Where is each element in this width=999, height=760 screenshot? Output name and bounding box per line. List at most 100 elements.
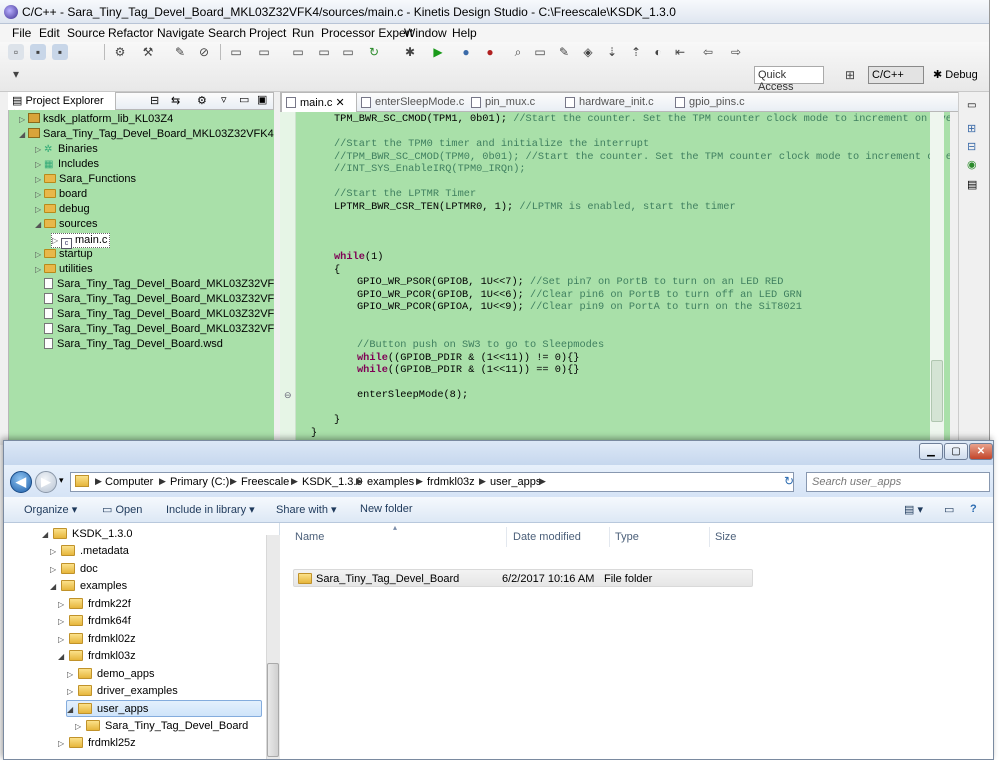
view-menu-icon[interactable]: ▿ <box>221 93 227 106</box>
menu-file[interactable]: File <box>12 26 31 40</box>
pin-icon[interactable]: ⇤ <box>672 44 688 60</box>
new-icon[interactable]: ▫ <box>8 44 24 60</box>
tree-item[interactable]: ▷ ✲ Binaries <box>35 143 98 158</box>
open-type-icon[interactable]: ▭ <box>290 44 306 60</box>
menu-source[interactable]: Source <box>67 26 105 40</box>
run-icon[interactable]: ▶ <box>430 44 446 60</box>
nav-item[interactable]: ▷ .metadata <box>50 543 129 560</box>
tree-item[interactable]: ▷ debug <box>35 203 90 218</box>
tree-item[interactable]: ▷ utilities <box>35 263 93 278</box>
column-size[interactable]: Size <box>715 531 736 543</box>
menu-refactor[interactable]: Refactor <box>108 26 153 40</box>
perspective-debug[interactable]: ✱ Debug <box>930 66 988 84</box>
menu-help[interactable]: Help <box>452 26 477 40</box>
tree-item[interactable]: ▷ ▦ Includes <box>35 158 99 173</box>
filter-icon[interactable]: ⚙ <box>197 94 207 107</box>
breadcrumb-arrow-icon[interactable]: ▶ <box>95 476 102 487</box>
outline-icon[interactable]: ⊞ <box>967 122 976 135</box>
column-type[interactable]: Type <box>615 531 639 543</box>
breadcrumb-arrow-icon[interactable]: ▶ <box>230 476 237 487</box>
tree-item[interactable]: ▷ Sara_Functions <box>35 173 136 188</box>
forward-button[interactable]: ▶ <box>35 471 57 493</box>
members-icon[interactable]: ⊟ <box>967 140 976 153</box>
search-input[interactable]: Search user_apps <box>806 472 990 492</box>
search-icon[interactable]: ⌕ <box>510 44 526 60</box>
nav-item[interactable]: ▷ frdmk22f <box>58 596 131 613</box>
column-name[interactable]: Name <box>295 531 324 543</box>
new-class-icon[interactable]: ▭ <box>256 44 272 60</box>
menu-search[interactable]: Search <box>208 26 246 40</box>
tree-item[interactable]: Sara_Tiny_Tag_Devel_Board_MKL03Z32VFK4 d… <box>44 278 274 293</box>
refresh-icon[interactable]: ↻ <box>366 44 382 60</box>
minimize-button[interactable]: ▁ <box>919 443 943 460</box>
perspective-cpp[interactable]: C/C++ <box>868 66 924 84</box>
forward-arrow-icon[interactable]: ⇨ <box>728 44 744 60</box>
editor-tab-main-c[interactable]: main.c ✕ <box>281 93 357 112</box>
editor-tab-gpio-pins[interactable]: gpio_pins.c <box>671 93 761 112</box>
tree-item[interactable]: ▷ board <box>35 188 87 203</box>
toggle-mark-icon[interactable]: ◈ <box>580 44 596 60</box>
tree-item[interactable]: ▷ startup <box>35 248 93 263</box>
previous-annotation-icon[interactable]: ⇡ <box>628 44 644 60</box>
nav-item[interactable]: ◢ examples <box>50 578 127 595</box>
column-date-modified[interactable]: Date modified <box>513 531 581 543</box>
tree-item[interactable]: Sara_Tiny_Tag_Devel_Board_MKL03Z32VFK4 d… <box>44 293 274 308</box>
close-icon[interactable]: ✕ <box>335 97 344 109</box>
editor-scrollbar-thumb[interactable] <box>931 360 943 422</box>
tree-item[interactable]: ◢ Sara_Tiny_Tag_Devel_Board_MKL03Z32VFK4 <box>19 128 274 143</box>
nav-item[interactable]: ◢ KSDK_1.3.0 <box>42 526 133 543</box>
quick-access-field[interactable]: Quick Access <box>754 66 824 93</box>
include-in-library-button[interactable]: Include in library ▾ <box>166 503 255 516</box>
share-with-button[interactable]: Share with ▾ <box>276 503 337 516</box>
tree-item[interactable]: ▷ ksdk_platform_lib_KL03Z4 <box>19 113 173 128</box>
menu-processor-expert[interactable]: Processor Expert <box>321 26 413 40</box>
breadcrumb-arrow-icon[interactable]: ▶ <box>159 476 166 487</box>
minimize-icon[interactable]: ▭ <box>239 93 249 106</box>
build-hammer-icon[interactable]: ⚒ <box>140 44 156 60</box>
nav-scrollbar-thumb[interactable] <box>267 663 279 757</box>
nav-item[interactable]: ▷ driver_examples <box>67 683 178 700</box>
breadcrumb-examples[interactable]: examples <box>367 476 414 488</box>
back-arrow-icon[interactable]: ⇦ <box>700 44 716 60</box>
close-button[interactable]: ✕ <box>969 443 993 460</box>
menu-edit[interactable]: Edit <box>39 26 60 40</box>
open-button[interactable]: ▭ Open <box>102 503 142 516</box>
preview-pane-icon[interactable]: ▭ <box>944 503 954 516</box>
nav-item[interactable]: ▷ frdmk64f <box>58 613 131 630</box>
tree-item[interactable]: Sara_Tiny_Tag_Devel_Board_MKL03Z32VFK4 r… <box>44 323 274 338</box>
editor-tab-hardware-init[interactable]: hardware_init.c <box>561 93 665 112</box>
new-file-icon[interactable]: ▭ <box>340 44 356 60</box>
external-tools-icon[interactable]: ● <box>482 44 498 60</box>
gear-icon[interactable]: ⚙ <box>112 44 128 60</box>
breadcrumb-arrow-icon[interactable]: ▶ <box>416 476 423 487</box>
nav-item-selected[interactable]: ◢ user_apps <box>66 700 262 717</box>
nav-item[interactable]: ▷ Sara_Tiny_Tag_Devel_Board <box>75 718 248 735</box>
editor-tab-entersleepmode[interactable]: enterSleepMode.c <box>357 93 467 112</box>
maximize-button[interactable]: ▢ <box>944 443 968 460</box>
recent-pages-icon[interactable]: ▾ <box>59 475 64 486</box>
save-icon[interactable]: ▪ <box>30 44 46 60</box>
nav-item[interactable]: ◢ frdmkl03z <box>58 648 136 665</box>
link-editor-icon[interactable]: ⇆ <box>171 94 180 107</box>
skip-breakpoints-icon[interactable]: ⊘ <box>196 44 212 60</box>
table-row[interactable]: Sara_Tiny_Tag_Devel_Board 6/2/2017 10:16… <box>293 569 753 587</box>
breadcrumb-frdmkl03z[interactable]: frdmkl03z <box>427 476 475 488</box>
breadcrumb-arrow-icon[interactable]: ▶ <box>479 476 486 487</box>
menu-window[interactable]: Window <box>404 26 447 40</box>
new-source-folder-icon[interactable]: ▭ <box>316 44 332 60</box>
configure-icon[interactable]: ✎ <box>172 44 188 60</box>
breadcrumb-arrow-icon[interactable]: ▶ <box>356 476 363 487</box>
fold-marker-icon[interactable]: ⊖ <box>284 390 292 401</box>
nav-item[interactable]: ▷ demo_apps <box>67 666 155 683</box>
save-all-icon[interactable]: ▪ <box>52 44 68 60</box>
maximize-icon[interactable]: ▣ <box>257 93 267 106</box>
menu-run[interactable]: Run <box>292 26 314 40</box>
breadcrumb-primary-c[interactable]: Primary (C:) <box>170 476 229 488</box>
breadcrumb-arrow-icon[interactable]: ▶ <box>291 476 298 487</box>
new-folder-button[interactable]: New folder <box>360 503 413 515</box>
debug-config-icon[interactable]: ✱ <box>402 44 418 60</box>
nav-item[interactable]: ▷ frdmkl25z <box>58 735 136 752</box>
help-icon[interactable]: ? <box>970 503 977 515</box>
last-edit-icon[interactable]: ◐ <box>650 44 666 60</box>
back-button[interactable]: ◀ <box>10 471 32 493</box>
